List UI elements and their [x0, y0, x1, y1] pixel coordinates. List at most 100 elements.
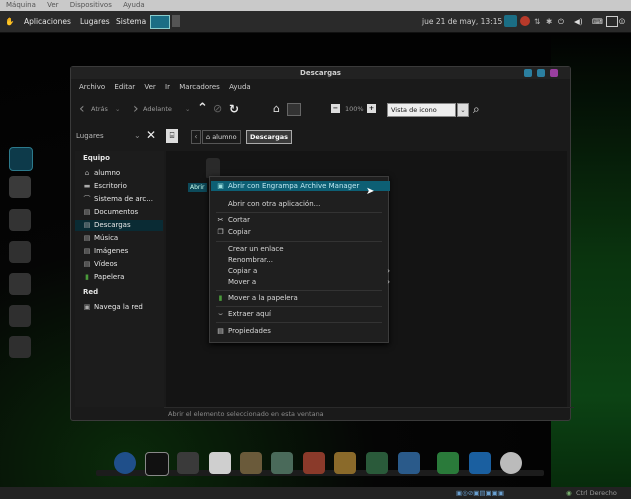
- dock-tools-icon[interactable]: [271, 452, 293, 474]
- menu-system[interactable]: Sistema: [116, 11, 146, 32]
- dock-terminal-icon[interactable]: [145, 452, 169, 476]
- menu-item-cut[interactable]: ✂ Cortar: [216, 215, 382, 225]
- dock-chat-icon[interactable]: [366, 452, 388, 474]
- sidebar-item-descargas[interactable]: ▤ Descargas: [75, 220, 163, 231]
- computer-icon[interactable]: [287, 103, 301, 116]
- vm-menu-view[interactable]: Ver: [47, 1, 58, 9]
- menu-item-copy[interactable]: ❐ Copiar: [216, 227, 382, 237]
- reload-icon[interactable]: ↻: [229, 99, 239, 119]
- update-notifier-icon[interactable]: [520, 16, 530, 26]
- file-label[interactable]: Abrir: [188, 183, 207, 192]
- sidebar-item-label: Vídeos: [94, 260, 118, 268]
- home-icon[interactable]: ⌂: [273, 99, 280, 119]
- toggle-location-icon[interactable]: ⌸: [166, 129, 178, 143]
- zoom-out-icon[interactable]: −: [331, 104, 340, 113]
- sidebar-item-alumno[interactable]: ⌂ alumno: [83, 168, 163, 179]
- sidebar-item-escritorio[interactable]: ▬ Escritorio: [83, 181, 163, 192]
- sidebar-item-navega-red[interactable]: ▣ Navega la red: [83, 302, 163, 313]
- launcher-camera-icon[interactable]: [9, 273, 31, 295]
- menu-ir[interactable]: Ir: [165, 83, 170, 91]
- places-chevron-icon[interactable]: ⌄: [134, 131, 141, 140]
- menu-item-open-archive-manager[interactable]: ▣ Abrir con Engrampa Archive Manager: [211, 181, 390, 191]
- zoom-in-icon[interactable]: +: [367, 104, 376, 113]
- maximize-icon[interactable]: [537, 69, 545, 77]
- sidebar-item-documentos[interactable]: ▤ Documentos: [83, 207, 163, 218]
- vm-menu-machine[interactable]: Máquina: [6, 1, 36, 9]
- network-status-icon[interactable]: ⇅: [534, 11, 540, 32]
- file-archive-icon[interactable]: [206, 158, 220, 178]
- dock-clock-icon[interactable]: [500, 452, 522, 474]
- dock-software-center-icon[interactable]: [303, 452, 325, 474]
- volume-icon[interactable]: ◀): [574, 11, 583, 32]
- dock-trash-icon[interactable]: [437, 452, 459, 474]
- menu-places[interactable]: Lugares: [80, 11, 110, 32]
- close-sidebar-icon[interactable]: ✕: [146, 128, 156, 142]
- menu-archivo[interactable]: Archivo: [79, 83, 105, 91]
- launcher-toggle-icon[interactable]: [9, 147, 33, 171]
- dock-package-icon[interactable]: [398, 452, 420, 474]
- workspace-switcher-icon[interactable]: [606, 16, 618, 27]
- vm-menu-devices[interactable]: Dispositivos: [70, 1, 112, 9]
- forward-arrow-icon[interactable]: ›: [133, 99, 139, 119]
- launcher-home-icon[interactable]: [9, 176, 31, 198]
- menu-ver[interactable]: Ver: [144, 83, 155, 91]
- dock-text-editor-icon[interactable]: [209, 452, 231, 474]
- dock-paint-icon[interactable]: [240, 452, 262, 474]
- menu-item-label: Extraer aquí: [228, 310, 272, 318]
- back-button[interactable]: Atrás: [91, 99, 108, 119]
- menu-item-copy-to[interactable]: Copiar a ›: [216, 266, 394, 276]
- accessibility-icon[interactable]: [504, 15, 517, 27]
- up-arrow-icon[interactable]: ⌃: [197, 99, 208, 119]
- keyboard-icon[interactable]: ⌨: [592, 11, 603, 32]
- menu-item-move-to[interactable]: Mover a ›: [216, 277, 394, 287]
- launcher-music-icon[interactable]: [9, 336, 31, 358]
- menu-editar[interactable]: Editar: [114, 83, 135, 91]
- back-history-chevron-icon[interactable]: ⌄: [115, 99, 120, 119]
- power-icon[interactable]: ⏻: [558, 11, 564, 32]
- clock[interactable]: jue 21 de may, 13:15: [422, 11, 502, 32]
- places-dropdown[interactable]: Lugares: [76, 132, 104, 140]
- launcher-video-icon[interactable]: [9, 305, 31, 327]
- stop-icon[interactable]: ⊘: [213, 99, 222, 119]
- sidebar-item-filesystem[interactable]: ⌒ Sistema de arc...: [83, 194, 163, 205]
- menu-item-create-link[interactable]: Crear un enlace: [216, 244, 394, 254]
- dock-monitor-icon[interactable]: [469, 452, 491, 474]
- window-title: Descargas: [300, 69, 341, 77]
- dock-file-manager-icon[interactable]: [177, 452, 199, 474]
- window-titlebar[interactable]: Descargas: [71, 67, 570, 79]
- terminal-launcher-icon[interactable]: [150, 15, 170, 29]
- forward-history-chevron-icon[interactable]: ⌄: [185, 99, 190, 119]
- search-icon[interactable]: ⌕: [473, 99, 480, 119]
- dock-books-icon[interactable]: [334, 452, 356, 474]
- sidebar-item-musica[interactable]: ▤ Música: [83, 233, 163, 244]
- forward-button[interactable]: Adelante: [143, 99, 172, 119]
- launcher-folder-icon[interactable]: [9, 241, 31, 263]
- show-desktop-icon[interactable]: [172, 15, 180, 27]
- foot-icon[interactable]: ✋: [5, 11, 14, 32]
- back-arrow-icon[interactable]: ‹: [79, 99, 85, 119]
- menu-item-rename[interactable]: Renombrar...: [216, 255, 394, 265]
- menu-item-move-to-trash[interactable]: ▮ Mover a la papelera: [216, 293, 382, 303]
- menu-applications[interactable]: Aplicaciones: [24, 11, 71, 32]
- view-mode-chevron-icon[interactable]: ⌄: [457, 103, 469, 117]
- dock-chrome-icon[interactable]: [114, 452, 136, 474]
- vm-menu-help[interactable]: Ayuda: [123, 1, 145, 9]
- close-icon[interactable]: [550, 69, 558, 77]
- sidebar-item-papelera[interactable]: ▮ Papelera: [83, 272, 163, 283]
- launcher-download-icon[interactable]: [9, 209, 31, 231]
- minimize-icon[interactable]: [524, 69, 532, 77]
- extract-icon: ⌣: [218, 310, 223, 318]
- view-mode-select[interactable]: Vista de icono: [387, 103, 456, 117]
- crumb-alumno[interactable]: ⌂ alumno: [202, 130, 241, 144]
- bluetooth-icon[interactable]: ✱: [546, 11, 552, 32]
- sidebar-item-videos[interactable]: ▤ Vídeos: [83, 259, 163, 270]
- menu-ayuda[interactable]: Ayuda: [229, 83, 251, 91]
- menu-marcadores[interactable]: Marcadores: [179, 83, 220, 91]
- menu-item-open-other[interactable]: Abrir con otra aplicación...: [216, 199, 394, 209]
- menu-item-extract-here[interactable]: ⌣ Extraer aquí: [216, 309, 382, 319]
- crumb-descargas[interactable]: Descargas: [246, 130, 293, 144]
- shutdown-icon[interactable]: ⏼: [619, 11, 625, 32]
- sidebar-item-imagenes[interactable]: ▤ Imágenes: [83, 246, 163, 257]
- menu-item-properties[interactable]: ▤ Propiedades: [216, 326, 382, 336]
- crumb-left-arrow-icon[interactable]: ‹: [191, 130, 201, 144]
